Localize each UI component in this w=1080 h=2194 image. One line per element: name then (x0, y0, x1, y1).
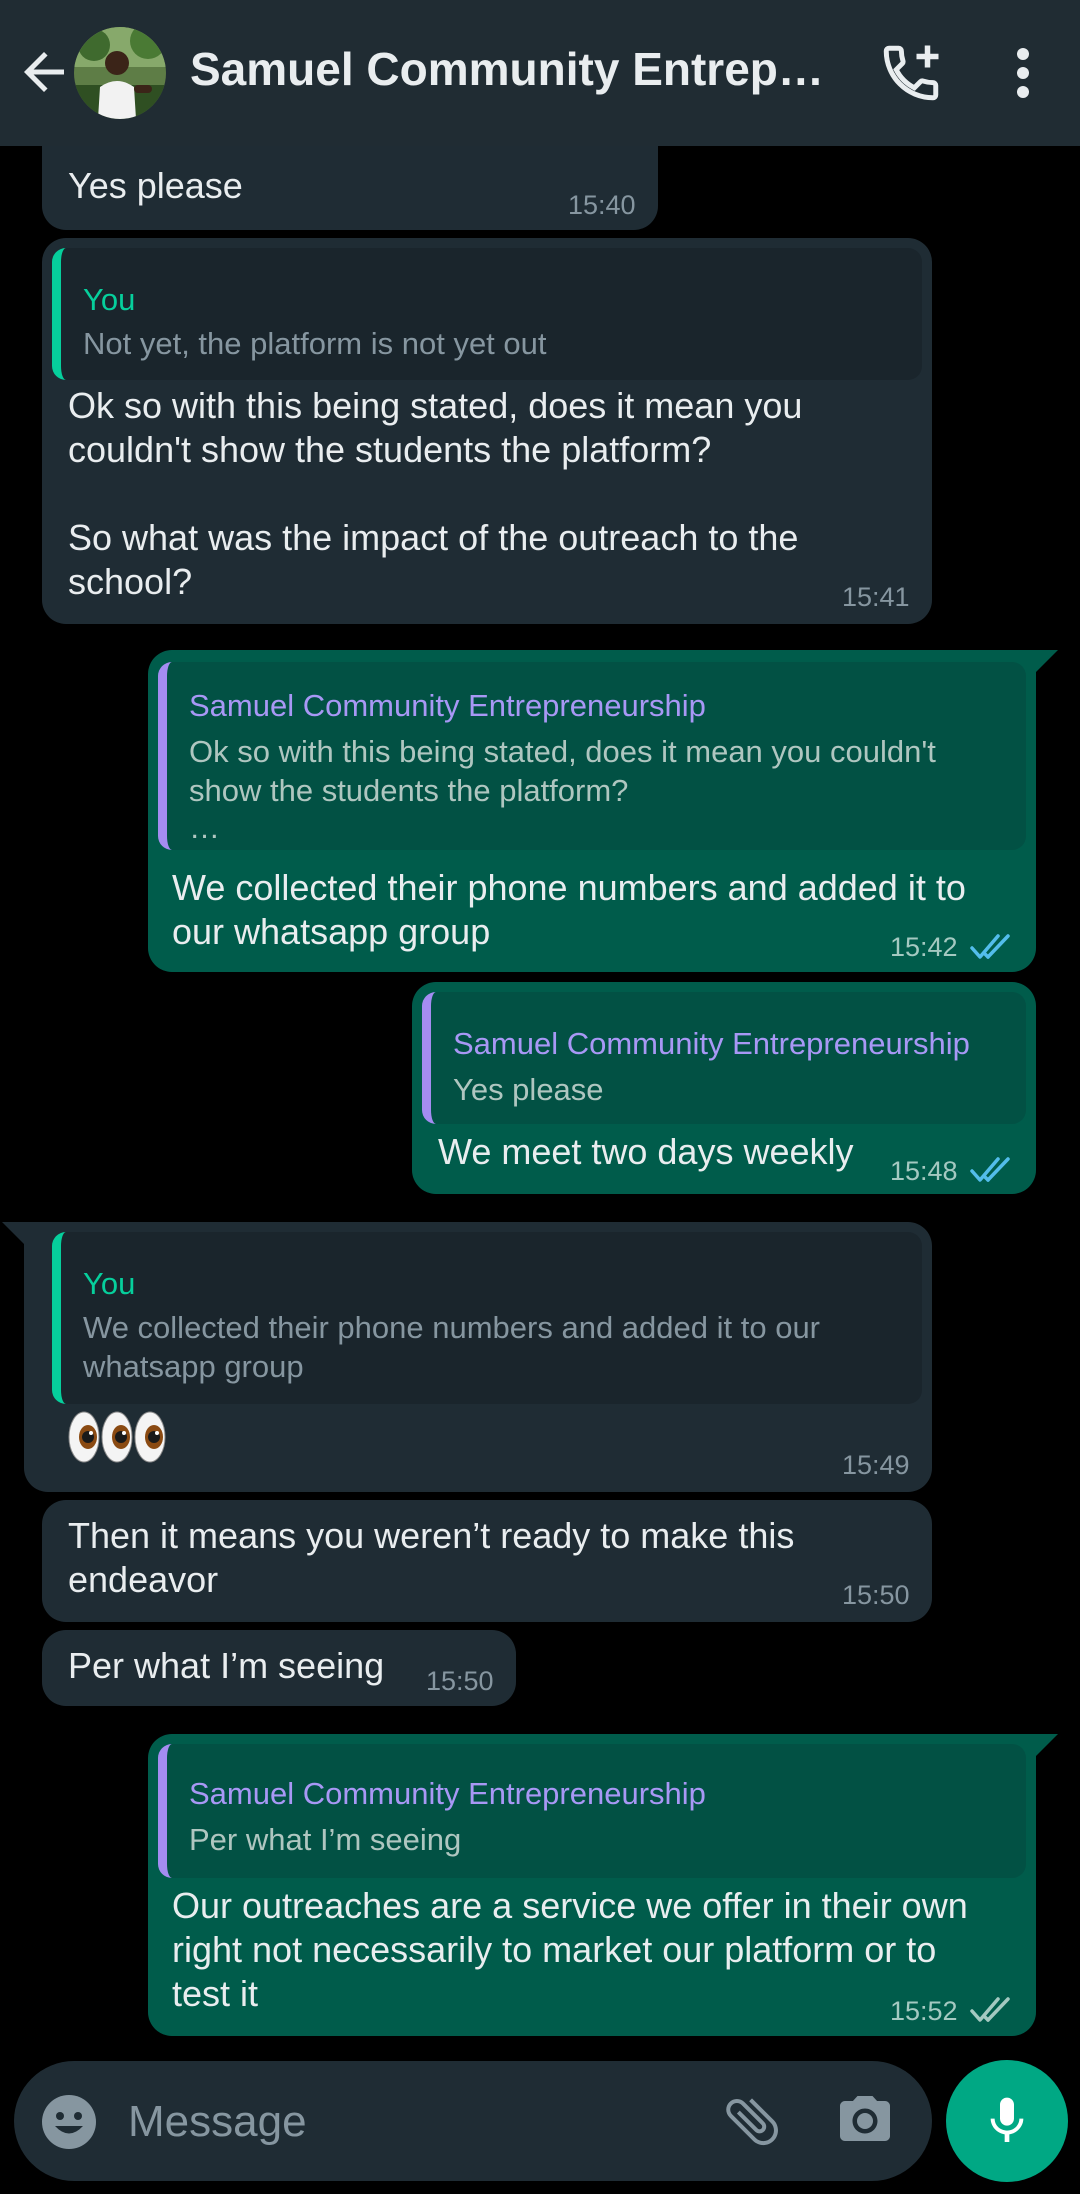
message-text: school? (68, 561, 193, 602)
message-text: So what was the impact of the outreach t… (68, 517, 799, 558)
message-text: right not necessarily to market our plat… (172, 1929, 937, 1970)
message-text: Our outreaches are a service we offer in… (172, 1885, 968, 1926)
back-arrow-icon[interactable] (14, 42, 74, 102)
add-call-icon[interactable] (878, 40, 944, 106)
message-input[interactable] (126, 2085, 690, 2159)
message-text: We meet two days weekly (438, 1131, 854, 1172)
quote-author: Samuel Community Entrepreneurship (453, 1026, 970, 1061)
bubble-tail (1036, 1734, 1058, 1756)
bubble-tail (2, 1222, 24, 1244)
quote-author: Samuel Community Entrepreneurship (189, 1776, 706, 1811)
incoming-message[interactable]: Then it means you weren’t ready to make … (42, 1500, 932, 1622)
message-time: 15:48 (890, 1156, 958, 1186)
read-receipt-icon (970, 933, 1014, 961)
message-time: 15:49 (842, 1450, 910, 1480)
quoted-message[interactable]: Samuel Community Entrepreneurship Per wh… (158, 1744, 1026, 1878)
quoted-message[interactable]: Samuel Community Entrepreneurship Yes pl… (422, 992, 1026, 1124)
message-time: 15:50 (426, 1666, 494, 1696)
delivered-receipt-icon (970, 1996, 1014, 2024)
message-text: test it (172, 1973, 259, 2014)
eye-emoji-icon (101, 1411, 133, 1463)
message-time: 15:40 (568, 190, 636, 220)
message-text: We collected their phone numbers and add… (172, 867, 966, 908)
eye-emoji-icon (134, 1411, 166, 1463)
quote-author: Samuel Community Entrepreneurship (189, 688, 706, 723)
quote-text: show the students the platform? (189, 773, 629, 808)
message-composer (14, 2061, 932, 2181)
message-text: our whatsapp group (172, 911, 491, 952)
message-text: Yes please (68, 165, 243, 206)
message-text: Ok so with this being stated, does it me… (68, 385, 803, 426)
quoted-message[interactable]: You Not yet, the platform is not yet out (52, 248, 922, 380)
attach-icon[interactable] (720, 2089, 784, 2153)
read-receipt-icon (970, 1156, 1014, 1184)
outgoing-message[interactable]: Samuel Community Entrepreneurship Yes pl… (412, 982, 1036, 1194)
message-text: Then it means you weren’t ready to make … (68, 1515, 795, 1556)
camera-icon[interactable] (834, 2091, 896, 2151)
quote-author: You (83, 1266, 136, 1301)
eye-emoji-icon (68, 1411, 100, 1463)
quoted-message[interactable]: Samuel Community Entrepreneurship Ok so … (158, 662, 1026, 850)
quote-text: whatsapp group (83, 1349, 304, 1384)
quote-text: Ok so with this being stated, does it me… (189, 734, 936, 769)
quote-text: We collected their phone numbers and add… (83, 1310, 821, 1345)
mic-button[interactable] (946, 2060, 1068, 2182)
incoming-message[interactable]: You Not yet, the platform is not yet out… (42, 238, 932, 624)
avatar[interactable] (74, 27, 166, 119)
message-time: 15:42 (890, 932, 958, 962)
incoming-message[interactable]: Per what I’m seeing 15:50 (42, 1630, 516, 1706)
outgoing-message[interactable]: Samuel Community Entrepreneurship Per wh… (148, 1734, 1036, 2036)
quote-text: … (189, 810, 220, 845)
chat-header: Samuel Community Entrepre… (0, 0, 1080, 146)
message-text: Per what I’m seeing (68, 1645, 385, 1686)
emoji-message: 👀👀👀 (68, 1410, 264, 1466)
quote-text: Not yet, the platform is not yet out (83, 326, 547, 361)
quote-text: Per what I’m seeing (189, 1822, 462, 1857)
quote-text: Yes please (453, 1072, 604, 1107)
chat-title[interactable]: Samuel Community Entrepre… (190, 42, 830, 96)
message-time: 15:50 (842, 1580, 910, 1610)
message-text: endeavor (68, 1559, 219, 1600)
mic-icon (990, 2097, 1024, 2142)
bubble-tail (1036, 650, 1058, 672)
quote-author: You (83, 282, 136, 317)
more-vert-icon[interactable] (1000, 45, 1046, 101)
outgoing-message[interactable]: Samuel Community Entrepreneurship Ok so … (148, 650, 1036, 972)
quoted-message[interactable]: You We collected their phone numbers and… (52, 1232, 922, 1404)
incoming-message[interactable]: You We collected their phone numbers and… (24, 1222, 932, 1492)
message-text: couldn't show the students the platform? (68, 429, 712, 470)
message-time: 15:41 (842, 582, 910, 612)
emoji-icon[interactable] (40, 2093, 98, 2151)
message-time: 15:52 (890, 1996, 958, 2026)
